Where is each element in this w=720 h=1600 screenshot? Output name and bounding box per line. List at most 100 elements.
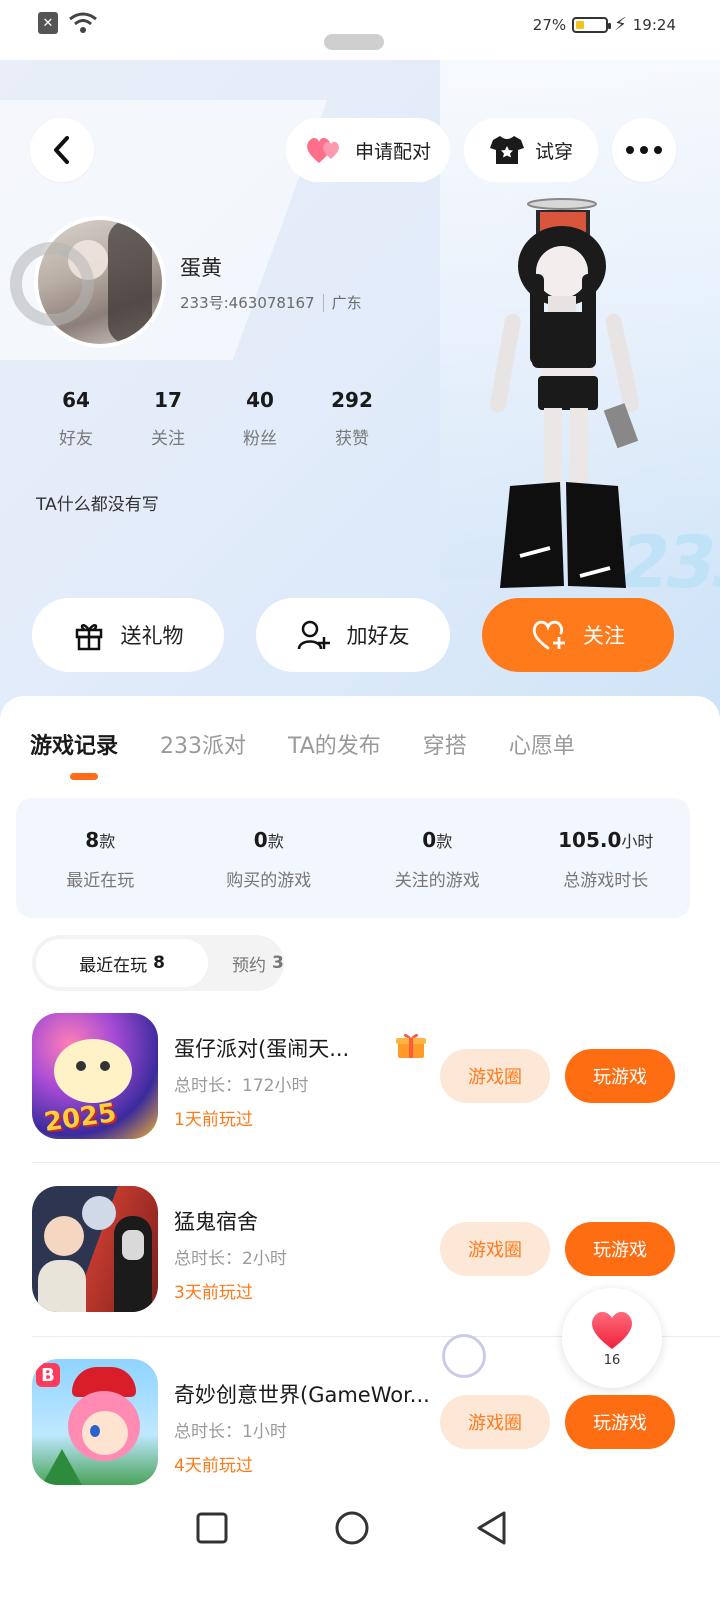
tab-233-party[interactable]: 233派对 bbox=[160, 728, 246, 760]
play-game-button[interactable]: 玩游戏 bbox=[565, 1222, 675, 1276]
user-name: 蛋黄 bbox=[180, 256, 222, 280]
stat-friends[interactable]: 64 好友 bbox=[30, 388, 122, 449]
summary-unit: 小时 bbox=[621, 832, 654, 851]
summary-label: 关注的游戏 bbox=[394, 871, 480, 891]
game-title: 猛鬼宿舍 bbox=[174, 1210, 258, 1234]
game-icon: B bbox=[32, 1359, 158, 1485]
no-sim-icon: ✕ bbox=[38, 12, 58, 34]
game-title: 奇妙创意世界(GameWor... bbox=[174, 1383, 430, 1407]
tshirt-icon bbox=[489, 136, 524, 164]
tab-ta-posts[interactable]: TA的发布 bbox=[288, 728, 381, 760]
game-summary: 8款 最近在玩 0款 购买的游戏 0款 关注的游戏 105.0小时 总游戏时长 bbox=[16, 798, 690, 918]
stat-following[interactable]: 17 关注 bbox=[122, 388, 214, 449]
heart-plus-icon bbox=[532, 620, 565, 650]
user-region: 广东 bbox=[331, 294, 362, 312]
follow-label: 关注 bbox=[583, 624, 625, 648]
summary-value: 8 bbox=[85, 828, 100, 852]
summary-unit: 款 bbox=[436, 832, 453, 851]
segment-reserve[interactable]: 预约 3 bbox=[232, 935, 284, 991]
status-bar: ✕ 27% ⚡ 19:24 bbox=[0, 0, 720, 60]
game-duration: 总时长：172小时 bbox=[174, 1076, 309, 1096]
tab-game-records[interactable]: 游戏记录 bbox=[30, 728, 118, 760]
game-title: 蛋仔派对(蛋闹天... bbox=[174, 1037, 350, 1061]
recent-apps-icon[interactable] bbox=[196, 1512, 228, 1544]
action-row: 送礼物 加好友 关注 bbox=[0, 598, 720, 674]
game-circle-button[interactable]: 游戏圈 bbox=[440, 1222, 550, 1276]
drag-handle[interactable] bbox=[324, 34, 384, 50]
gift-box-icon[interactable] bbox=[396, 1031, 426, 1059]
status-left: ✕ bbox=[38, 12, 98, 34]
gift-icon bbox=[75, 624, 102, 651]
stat-label: 关注 bbox=[151, 429, 185, 449]
follow-button[interactable]: 关注 bbox=[482, 598, 674, 672]
wifi-icon bbox=[69, 12, 97, 33]
stat-value: 292 bbox=[331, 388, 373, 412]
summary-label: 最近在玩 bbox=[66, 871, 135, 891]
tab-wishlist[interactable]: 心愿单 bbox=[509, 728, 575, 760]
active-tab-indicator bbox=[70, 773, 98, 780]
divider bbox=[322, 293, 324, 312]
charging-icon: ⚡ bbox=[614, 14, 627, 35]
heart-icon bbox=[592, 1311, 632, 1349]
user-id-row: 233号:463078167 广东 bbox=[180, 292, 362, 313]
summary-label: 购买的游戏 bbox=[226, 871, 312, 891]
game-last-played: 1天前玩过 bbox=[174, 1110, 253, 1130]
back-button[interactable] bbox=[30, 118, 94, 182]
tab-outfits[interactable]: 穿搭 bbox=[423, 728, 467, 760]
home-icon[interactable] bbox=[334, 1510, 370, 1546]
stat-value: 40 bbox=[246, 388, 274, 412]
stat-label: 好友 bbox=[59, 429, 93, 449]
stat-likes[interactable]: 292 获赞 bbox=[306, 388, 398, 449]
profile-stats: 64 好友 17 关注 40 粉丝 292 获赞 bbox=[30, 388, 398, 449]
battery-icon bbox=[572, 16, 612, 33]
segment-recent[interactable]: 最近在玩 8 bbox=[36, 939, 208, 987]
summary-followed[interactable]: 0款 关注的游戏 bbox=[353, 798, 522, 918]
more-dots-icon bbox=[626, 146, 662, 154]
segment-recent-label: 最近在玩 bbox=[79, 955, 148, 976]
game-last-played: 4天前玩过 bbox=[174, 1456, 253, 1476]
play-game-button[interactable]: 玩游戏 bbox=[565, 1395, 675, 1449]
loading-indicator bbox=[442, 1334, 486, 1378]
game-icon bbox=[32, 1186, 158, 1312]
list-divider bbox=[32, 1162, 720, 1163]
send-gift-button[interactable]: 送礼物 bbox=[32, 598, 224, 672]
try-on-button[interactable]: 试穿 bbox=[464, 118, 598, 182]
add-friend-button[interactable]: 加好友 bbox=[256, 598, 450, 672]
play-game-button[interactable]: 玩游戏 bbox=[565, 1049, 675, 1103]
summary-value: 0 bbox=[253, 828, 268, 852]
system-nav-bar bbox=[0, 1492, 720, 1600]
summary-value: 0 bbox=[422, 828, 437, 852]
battery-percent: 27% bbox=[532, 15, 567, 34]
user-bio: TA什么都没有写 bbox=[36, 495, 159, 515]
segment-recent-count: 8 bbox=[153, 953, 165, 973]
add-user-icon bbox=[297, 620, 330, 650]
segment-reserve-label: 预约 bbox=[232, 955, 266, 976]
avatar-ring-overlay bbox=[10, 242, 94, 326]
game-last-played: 3天前玩过 bbox=[174, 1283, 253, 1303]
summary-purchased[interactable]: 0款 购买的游戏 bbox=[185, 798, 354, 918]
game-duration: 总时长：2小时 bbox=[174, 1249, 287, 1269]
stat-label: 获赞 bbox=[335, 429, 369, 449]
send-gift-label: 送礼物 bbox=[120, 624, 184, 648]
summary-unit: 款 bbox=[267, 832, 284, 851]
game-circle-button[interactable]: 游戏圈 bbox=[440, 1395, 550, 1449]
chevron-left-icon bbox=[54, 136, 69, 164]
try-on-label: 试穿 bbox=[534, 140, 573, 163]
game-list-item[interactable]: 2025 蛋仔派对(蛋闹天... 总时长：172小时 1天前玩过 游戏圈 玩游戏 bbox=[0, 1013, 720, 1163]
game-duration: 总时长：1小时 bbox=[174, 1422, 287, 1442]
clock: 19:24 bbox=[632, 15, 676, 34]
list-filter-segment: 最近在玩 8 预约 3 bbox=[32, 935, 284, 991]
floating-like-button[interactable]: 16 bbox=[562, 1288, 662, 1388]
more-options-button[interactable] bbox=[612, 118, 676, 182]
profile-tabs: 游戏记录 233派对 TA的发布 穿搭 心愿单 bbox=[30, 728, 617, 760]
stat-fans[interactable]: 40 粉丝 bbox=[214, 388, 306, 449]
summary-recent[interactable]: 8款 最近在玩 bbox=[16, 798, 185, 918]
apply-match-button[interactable]: 申请配对 bbox=[286, 118, 450, 182]
summary-label: 总游戏时长 bbox=[563, 871, 649, 891]
game-icon-year: 2025 bbox=[42, 1098, 119, 1138]
game-circle-button[interactable]: 游戏圈 bbox=[440, 1049, 550, 1103]
avatar-character[interactable] bbox=[470, 196, 650, 596]
summary-total-time[interactable]: 105.0小时 总游戏时长 bbox=[522, 798, 691, 918]
back-nav-icon[interactable] bbox=[474, 1510, 510, 1546]
add-friend-label: 加好友 bbox=[346, 624, 410, 648]
